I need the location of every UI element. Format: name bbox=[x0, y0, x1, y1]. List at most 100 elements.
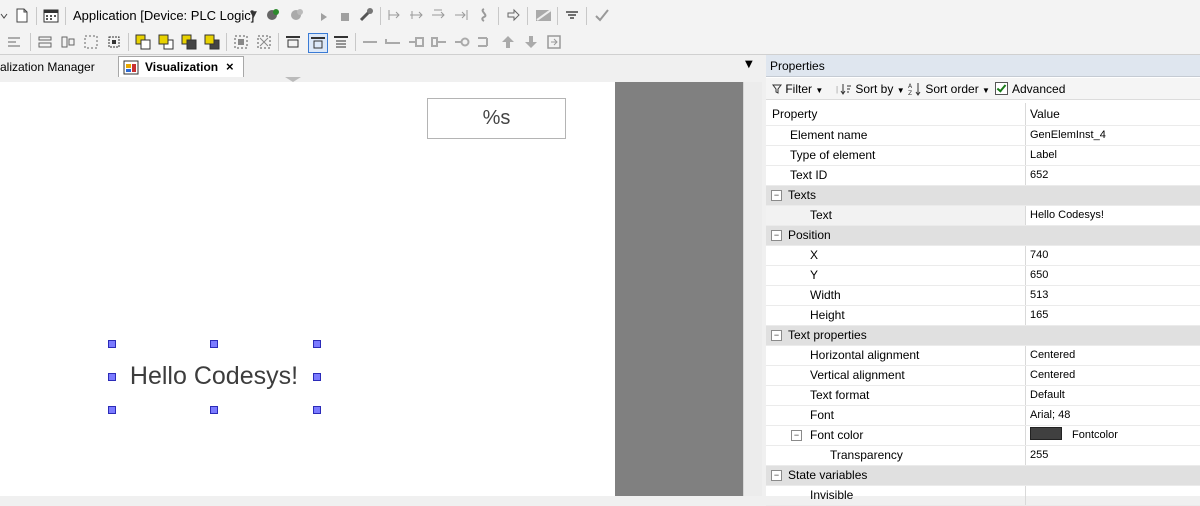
resize-handle[interactable] bbox=[108, 373, 116, 381]
sort-order-button[interactable]: AZ Sort order ▼ bbox=[908, 81, 990, 97]
property-row-width[interactable]: Width 513 bbox=[766, 286, 1200, 306]
property-row-vertical-alignment[interactable]: Vertical alignment Centered bbox=[766, 366, 1200, 386]
align-middle-icon[interactable] bbox=[60, 34, 76, 50]
toolbar-separator bbox=[498, 7, 499, 25]
main-toolbar: Application [Device: PLC Logic] ▼ bbox=[0, 0, 1200, 31]
tab-visualization-manager[interactable]: alization Manager bbox=[0, 57, 119, 77]
property-category-state-variables[interactable]: − State variables bbox=[766, 466, 1200, 486]
property-row-y[interactable]: Y 650 bbox=[766, 266, 1200, 286]
move-forward-icon[interactable] bbox=[181, 34, 197, 50]
resize-handle[interactable] bbox=[108, 406, 116, 414]
bring-to-front-icon[interactable] bbox=[135, 34, 151, 50]
property-row-transparency[interactable]: Transparency 255 bbox=[766, 446, 1200, 466]
step-over-icon[interactable] bbox=[408, 7, 424, 23]
arrow-down-icon[interactable] bbox=[523, 34, 539, 50]
stop-icon[interactable] bbox=[337, 9, 353, 25]
align-bottom-icon[interactable] bbox=[83, 34, 99, 50]
resize-handle[interactable] bbox=[210, 406, 218, 414]
logout-icon[interactable] bbox=[289, 7, 305, 23]
resize-handle[interactable] bbox=[313, 340, 321, 348]
property-category-texts[interactable]: − Texts bbox=[766, 186, 1200, 206]
step-into-icon[interactable] bbox=[430, 7, 446, 23]
toolbar-separator bbox=[586, 7, 587, 25]
connector-box-icon[interactable] bbox=[408, 34, 424, 50]
align-center-icon[interactable] bbox=[106, 34, 122, 50]
property-row-element-name[interactable]: Element name GenElemInst_4 bbox=[766, 126, 1200, 146]
arrow-up-icon[interactable] bbox=[500, 34, 516, 50]
text-field-element[interactable]: %s bbox=[427, 98, 566, 139]
ungroup-icon[interactable] bbox=[256, 34, 272, 50]
sync-icon[interactable] bbox=[594, 7, 610, 23]
collapse-icon[interactable]: − bbox=[771, 230, 782, 241]
property-row-text-id[interactable]: Text ID 652 bbox=[766, 166, 1200, 186]
filter-button[interactable]: Filter ▼ bbox=[772, 81, 823, 97]
same-size-icon[interactable] bbox=[333, 34, 349, 50]
collapse-icon[interactable]: − bbox=[791, 430, 802, 441]
toolbar-separator bbox=[355, 33, 356, 51]
collapse-icon[interactable]: − bbox=[771, 190, 782, 201]
tab-list-dropdown-icon[interactable]: ▼ bbox=[745, 59, 753, 70]
resize-handle[interactable] bbox=[313, 373, 321, 381]
show-next-statement-icon[interactable] bbox=[505, 7, 521, 23]
step-out-icon[interactable] bbox=[453, 7, 469, 23]
property-category-text-properties[interactable]: − Text properties bbox=[766, 326, 1200, 346]
property-row-horizontal-alignment[interactable]: Horizontal alignment Centered bbox=[766, 346, 1200, 366]
advanced-checkbox[interactable]: Advanced bbox=[995, 81, 1065, 97]
visualization-toolbar bbox=[0, 30, 1200, 55]
same-height-icon[interactable] bbox=[308, 33, 328, 53]
property-column-header[interactable]: Property bbox=[766, 103, 1026, 125]
font-color-swatch[interactable] bbox=[1030, 427, 1062, 440]
new-document-icon[interactable] bbox=[14, 7, 30, 23]
resize-handle[interactable] bbox=[210, 340, 218, 348]
canvas-outside-area bbox=[615, 82, 743, 496]
property-category-position[interactable]: − Position bbox=[766, 226, 1200, 246]
connector-branch-icon[interactable] bbox=[477, 34, 493, 50]
calendar-icon[interactable] bbox=[43, 7, 59, 23]
property-row-x[interactable]: X 740 bbox=[766, 246, 1200, 266]
property-row-font[interactable]: Font Arial; 48 bbox=[766, 406, 1200, 426]
chevron-down-icon[interactable]: ▼ bbox=[250, 10, 257, 20]
connector-icon[interactable] bbox=[362, 34, 378, 50]
write-values-icon[interactable] bbox=[564, 7, 580, 23]
value-column-header[interactable]: Value bbox=[1030, 103, 1060, 125]
run-to-cursor-icon[interactable] bbox=[476, 7, 492, 23]
tab-label: alization Manager bbox=[0, 60, 95, 74]
align-left-icon[interactable] bbox=[6, 34, 22, 50]
insert-element-icon[interactable] bbox=[546, 34, 562, 50]
visualization-canvas[interactable]: %s Hello Codesys! bbox=[0, 82, 615, 496]
property-row-text-format[interactable]: Text format Default bbox=[766, 386, 1200, 406]
align-top-icon[interactable] bbox=[37, 34, 53, 50]
send-to-back-icon[interactable] bbox=[158, 34, 174, 50]
move-backward-icon[interactable] bbox=[204, 34, 220, 50]
resize-handle[interactable] bbox=[108, 340, 116, 348]
collapse-icon[interactable]: − bbox=[771, 330, 782, 341]
sort-icon bbox=[840, 84, 851, 95]
tab-visualization[interactable]: Visualization × bbox=[118, 56, 244, 79]
group-icon[interactable] bbox=[233, 34, 249, 50]
play-icon[interactable] bbox=[316, 9, 332, 25]
login-icon[interactable] bbox=[265, 7, 281, 23]
chevron-down-icon[interactable] bbox=[0, 8, 12, 24]
same-width-icon[interactable] bbox=[285, 34, 301, 50]
collapse-icon[interactable]: − bbox=[771, 470, 782, 481]
property-row-height[interactable]: Height 165 bbox=[766, 306, 1200, 326]
connector-circle-icon[interactable] bbox=[454, 34, 470, 50]
properties-panel-title: Properties bbox=[766, 55, 1200, 77]
filter-icon bbox=[772, 84, 782, 94]
vertical-scrollbar[interactable] bbox=[743, 82, 763, 496]
connector-boxes-icon[interactable] bbox=[431, 34, 447, 50]
label-element[interactable]: Hello Codesys! bbox=[111, 343, 317, 409]
property-row-invisible[interactable]: Invisible bbox=[766, 486, 1200, 506]
resize-handle[interactable] bbox=[313, 406, 321, 414]
close-icon[interactable]: × bbox=[226, 57, 234, 77]
reset-icon[interactable] bbox=[358, 7, 374, 23]
connector-step-icon[interactable] bbox=[385, 34, 401, 50]
force-values-icon[interactable] bbox=[535, 7, 551, 23]
property-row-text[interactable]: Text Hello Codesys! bbox=[766, 206, 1200, 226]
property-row-font-color[interactable]: − Font color Fontcolor bbox=[766, 426, 1200, 446]
breakpoint-icon[interactable] bbox=[386, 7, 402, 23]
toolbar-separator bbox=[36, 7, 37, 25]
sort-by-button[interactable]: Sort by ▼ bbox=[840, 81, 905, 97]
property-row-type-of-element[interactable]: Type of element Label bbox=[766, 146, 1200, 166]
active-application-combo[interactable]: Application [Device: PLC Logic] bbox=[73, 8, 254, 23]
